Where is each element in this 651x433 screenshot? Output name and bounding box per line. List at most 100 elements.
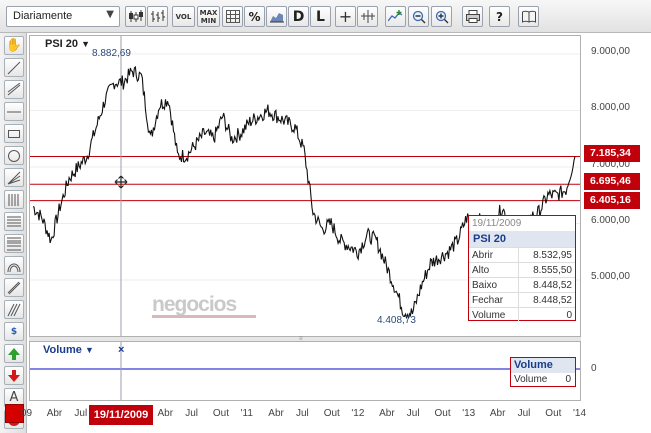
tooltip-row-key: Alto bbox=[472, 265, 490, 276]
percent-scale-label: % bbox=[248, 9, 261, 24]
x-axis-tick: Out bbox=[323, 408, 340, 419]
hline-price-label[interactable]: 6.405,16 bbox=[584, 192, 640, 209]
chevron-down-icon: ▼ bbox=[106, 9, 114, 20]
tooltip-row: Volume 0 bbox=[469, 307, 575, 322]
tooltip-row: Fechar 8.448,52 bbox=[469, 292, 575, 308]
fibonacci-retracement-icon[interactable] bbox=[4, 212, 24, 231]
x-axis-tick: Abr bbox=[268, 408, 284, 419]
arrow-up-icon[interactable] bbox=[4, 344, 24, 363]
log-scale-button[interactable]: L bbox=[310, 6, 331, 27]
volume-canvas bbox=[30, 342, 580, 400]
volume-tooltip: Volume Volume 0 bbox=[510, 357, 576, 387]
parallel-channel-icon[interactable] bbox=[4, 278, 24, 297]
volume-tooltip-key: Volume bbox=[514, 374, 548, 385]
x-axis-tick: Jul bbox=[517, 408, 531, 419]
x-axis-tick: Abr bbox=[157, 408, 174, 419]
volume-axis-tick: 0 bbox=[591, 363, 597, 374]
hline-price-label[interactable]: 7.185,34 bbox=[584, 145, 640, 162]
y-axis-tick: 5.000,00 bbox=[591, 271, 630, 282]
vertical-lines-icon[interactable] bbox=[4, 190, 24, 209]
x-axis-tick: Abr bbox=[46, 408, 63, 419]
x-axis-tick: Out bbox=[545, 408, 562, 419]
volume-pane[interactable] bbox=[29, 341, 581, 401]
cursor-value-icon[interactable] bbox=[357, 6, 378, 27]
help-icon[interactable]: ? bbox=[489, 6, 510, 27]
high-annotation: 8.882,69 bbox=[92, 48, 131, 59]
x-axis-tick: Jul bbox=[296, 408, 309, 419]
volume-tooltip-value: 0 bbox=[565, 374, 571, 385]
cursor-date-badge: 19/11/2009 bbox=[89, 405, 153, 425]
candlestick-chart-icon[interactable] bbox=[125, 6, 146, 27]
x-axis-tick: Abr bbox=[489, 408, 506, 419]
chart-symbol-selector[interactable]: PSI 20 ▼ bbox=[45, 38, 90, 50]
daily-scale-label: D bbox=[292, 8, 305, 25]
zoom-in-icon[interactable] bbox=[431, 6, 452, 27]
tooltip-row-value: 8.448,52 bbox=[518, 278, 575, 293]
maxmin-toggle-label: MAX MIN bbox=[199, 8, 218, 25]
ohlc-tooltip: 19/11/2009 PSI 20 Abrir 8.532,95 Alto 8.… bbox=[468, 215, 576, 322]
chevron-down-icon: ▼ bbox=[84, 345, 94, 355]
fibonacci-levels-icon[interactable] bbox=[4, 234, 24, 253]
period-select-value: Diariamente bbox=[13, 10, 73, 22]
crosshair-icon[interactable]: + bbox=[335, 6, 356, 27]
chevron-down-icon: ▼ bbox=[81, 39, 91, 49]
y-axis-tick: 6.000,00 bbox=[591, 215, 630, 226]
volume-toggle-button[interactable]: VOL bbox=[172, 6, 195, 27]
fan-lines-icon[interactable] bbox=[4, 168, 24, 187]
volume-indicator-selector[interactable]: Volume ▼ bbox=[43, 344, 94, 356]
x-axis-tick: '14 bbox=[573, 408, 587, 419]
tooltip-row-value: 8.532,95 bbox=[518, 248, 575, 263]
ohlc-bar-chart-icon[interactable] bbox=[147, 6, 168, 27]
percent-scale-button[interactable]: % bbox=[244, 6, 265, 27]
x-axis-tick: Abr bbox=[379, 408, 395, 419]
x-axis-tick: '13 bbox=[462, 408, 476, 419]
watermark-logo: negocios bbox=[152, 293, 237, 316]
arrow-down-icon[interactable] bbox=[4, 366, 24, 385]
zoom-out-icon[interactable] bbox=[408, 6, 429, 27]
volume-tooltip-title: Volume bbox=[511, 358, 575, 373]
x-axis-tick: Jul bbox=[74, 408, 88, 419]
chart-symbol-label: PSI 20 bbox=[45, 38, 79, 50]
print-icon[interactable] bbox=[462, 6, 483, 27]
tooltip-row-value: 0 bbox=[518, 308, 575, 322]
close-icon[interactable]: × bbox=[118, 344, 124, 356]
tooltip-row-key: Fechar bbox=[472, 295, 504, 306]
trendline-icon[interactable] bbox=[4, 58, 24, 77]
period-select[interactable]: Diariamente ▼ bbox=[6, 6, 120, 27]
tooltip-row-key: Abrir bbox=[472, 250, 494, 261]
area-chart-icon[interactable] bbox=[266, 6, 287, 27]
daily-scale-button[interactable]: D bbox=[288, 6, 309, 27]
tooltip-row: Alto 8.555,50 bbox=[469, 262, 575, 278]
ray-line-icon[interactable] bbox=[4, 80, 24, 99]
ellipse-icon[interactable] bbox=[4, 146, 24, 165]
tooltip-symbol: PSI 20 bbox=[469, 231, 575, 247]
speed-lines-icon[interactable] bbox=[4, 300, 24, 319]
toolbar: Diariamente ▼ VOL MAX MIN % D L + ? bbox=[0, 0, 651, 33]
tooltip-row-key: Volume bbox=[472, 310, 506, 321]
tooltip-row-key: Baixo bbox=[472, 280, 498, 291]
rectangle-icon[interactable] bbox=[4, 124, 24, 143]
hline-price-label[interactable]: 6.695,46 bbox=[584, 173, 640, 190]
grid-icon[interactable] bbox=[222, 6, 243, 27]
volume-indicator-label: Volume bbox=[43, 344, 82, 356]
y-axis-tick: 9.000,00 bbox=[591, 46, 630, 57]
tooltip-row: Baixo 8.448,52 bbox=[469, 277, 575, 293]
add-indicator-icon[interactable] bbox=[385, 6, 406, 27]
horizontal-line-icon[interactable] bbox=[4, 102, 24, 121]
volume-toggle-label: VOL bbox=[175, 12, 192, 21]
watermark-underline bbox=[152, 315, 256, 318]
tooltip-row: Abrir 8.532,95 bbox=[469, 247, 575, 263]
tooltip-date: 19/11/2009 bbox=[472, 218, 522, 229]
arc-icon[interactable] bbox=[4, 256, 24, 275]
pan-hand-icon[interactable]: ✋ bbox=[4, 36, 24, 55]
x-axis-tick: Jul bbox=[406, 408, 420, 419]
x-axis-tick: '11 bbox=[240, 408, 253, 419]
maxmin-toggle-button[interactable]: MAX MIN bbox=[197, 6, 220, 27]
dollar-cycle-icon[interactable]: $ bbox=[4, 322, 24, 341]
x-axis-tick: Out bbox=[212, 408, 230, 419]
move-cursor-icon bbox=[114, 175, 128, 189]
x-axis-tick: Out bbox=[434, 408, 451, 419]
log-scale-label: L bbox=[316, 8, 325, 25]
drawing-tool-palette: ✋ $ A bbox=[0, 33, 27, 433]
book-icon[interactable] bbox=[518, 6, 539, 27]
